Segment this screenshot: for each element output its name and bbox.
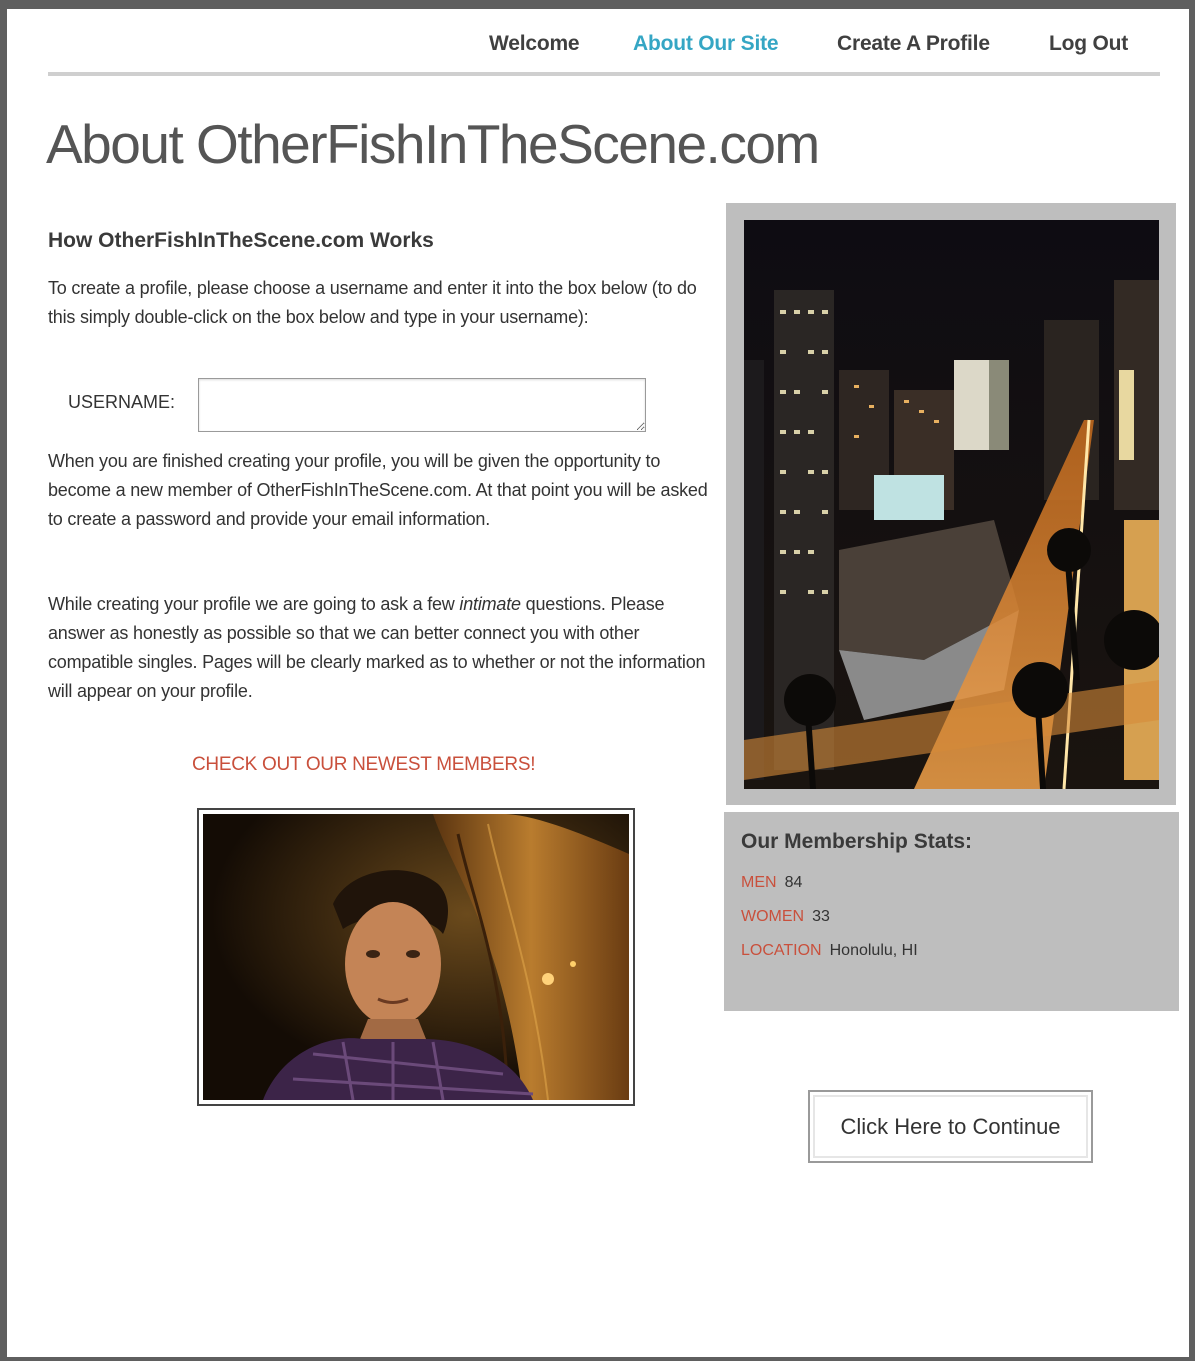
continue-button[interactable]: Click Here to Continue xyxy=(808,1090,1093,1163)
questions-paragraph: While creating your profile we are going… xyxy=(48,590,713,706)
after-profile-paragraph: When you are finished creating your prof… xyxy=(48,451,708,529)
nav-item-log-out[interactable]: Log Out xyxy=(1049,32,1128,56)
stat-value: 33 xyxy=(812,908,830,925)
stat-row-location: LOCATION Honolulu, HI xyxy=(741,942,918,960)
membership-stats-title: Our Membership Stats: xyxy=(741,830,973,853)
nav-divider xyxy=(48,72,1160,76)
questions-emphasis: intimate xyxy=(459,594,521,614)
top-nav: Welcome About Our Site Create A Profile … xyxy=(0,32,1195,62)
city-night-photo xyxy=(744,220,1159,789)
stat-key: WOMEN xyxy=(741,908,805,925)
stat-row-men: MEN 84 xyxy=(741,874,802,892)
how-it-works-heading: How OtherFishInTheScene.com Works xyxy=(48,229,434,252)
nav-item-welcome[interactable]: Welcome xyxy=(489,32,580,56)
page-title: About OtherFishInTheScene.com xyxy=(46,113,820,175)
stat-row-women: WOMEN 33 xyxy=(741,908,830,926)
stat-key: MEN xyxy=(741,874,777,891)
newest-members-link[interactable]: CHECK OUT OUR NEWEST MEMBERS! xyxy=(192,754,536,776)
member-photo-image xyxy=(203,814,629,1100)
city-photo-image xyxy=(744,220,1159,789)
intro-paragraph: To create a profile, please choose a use… xyxy=(48,278,697,327)
stat-key: LOCATION xyxy=(741,942,822,959)
username-label: USERNAME: xyxy=(68,392,176,412)
username-input[interactable] xyxy=(198,378,646,432)
stat-value: Honolulu, HI xyxy=(829,942,918,959)
nav-item-about-our-site[interactable]: About Our Site xyxy=(633,32,779,56)
stat-value: 84 xyxy=(784,874,803,891)
questions-text-before: While creating your profile we are going… xyxy=(48,594,460,614)
nav-item-create-a-profile[interactable]: Create A Profile xyxy=(837,32,990,56)
newest-member-photo[interactable] xyxy=(197,808,635,1106)
